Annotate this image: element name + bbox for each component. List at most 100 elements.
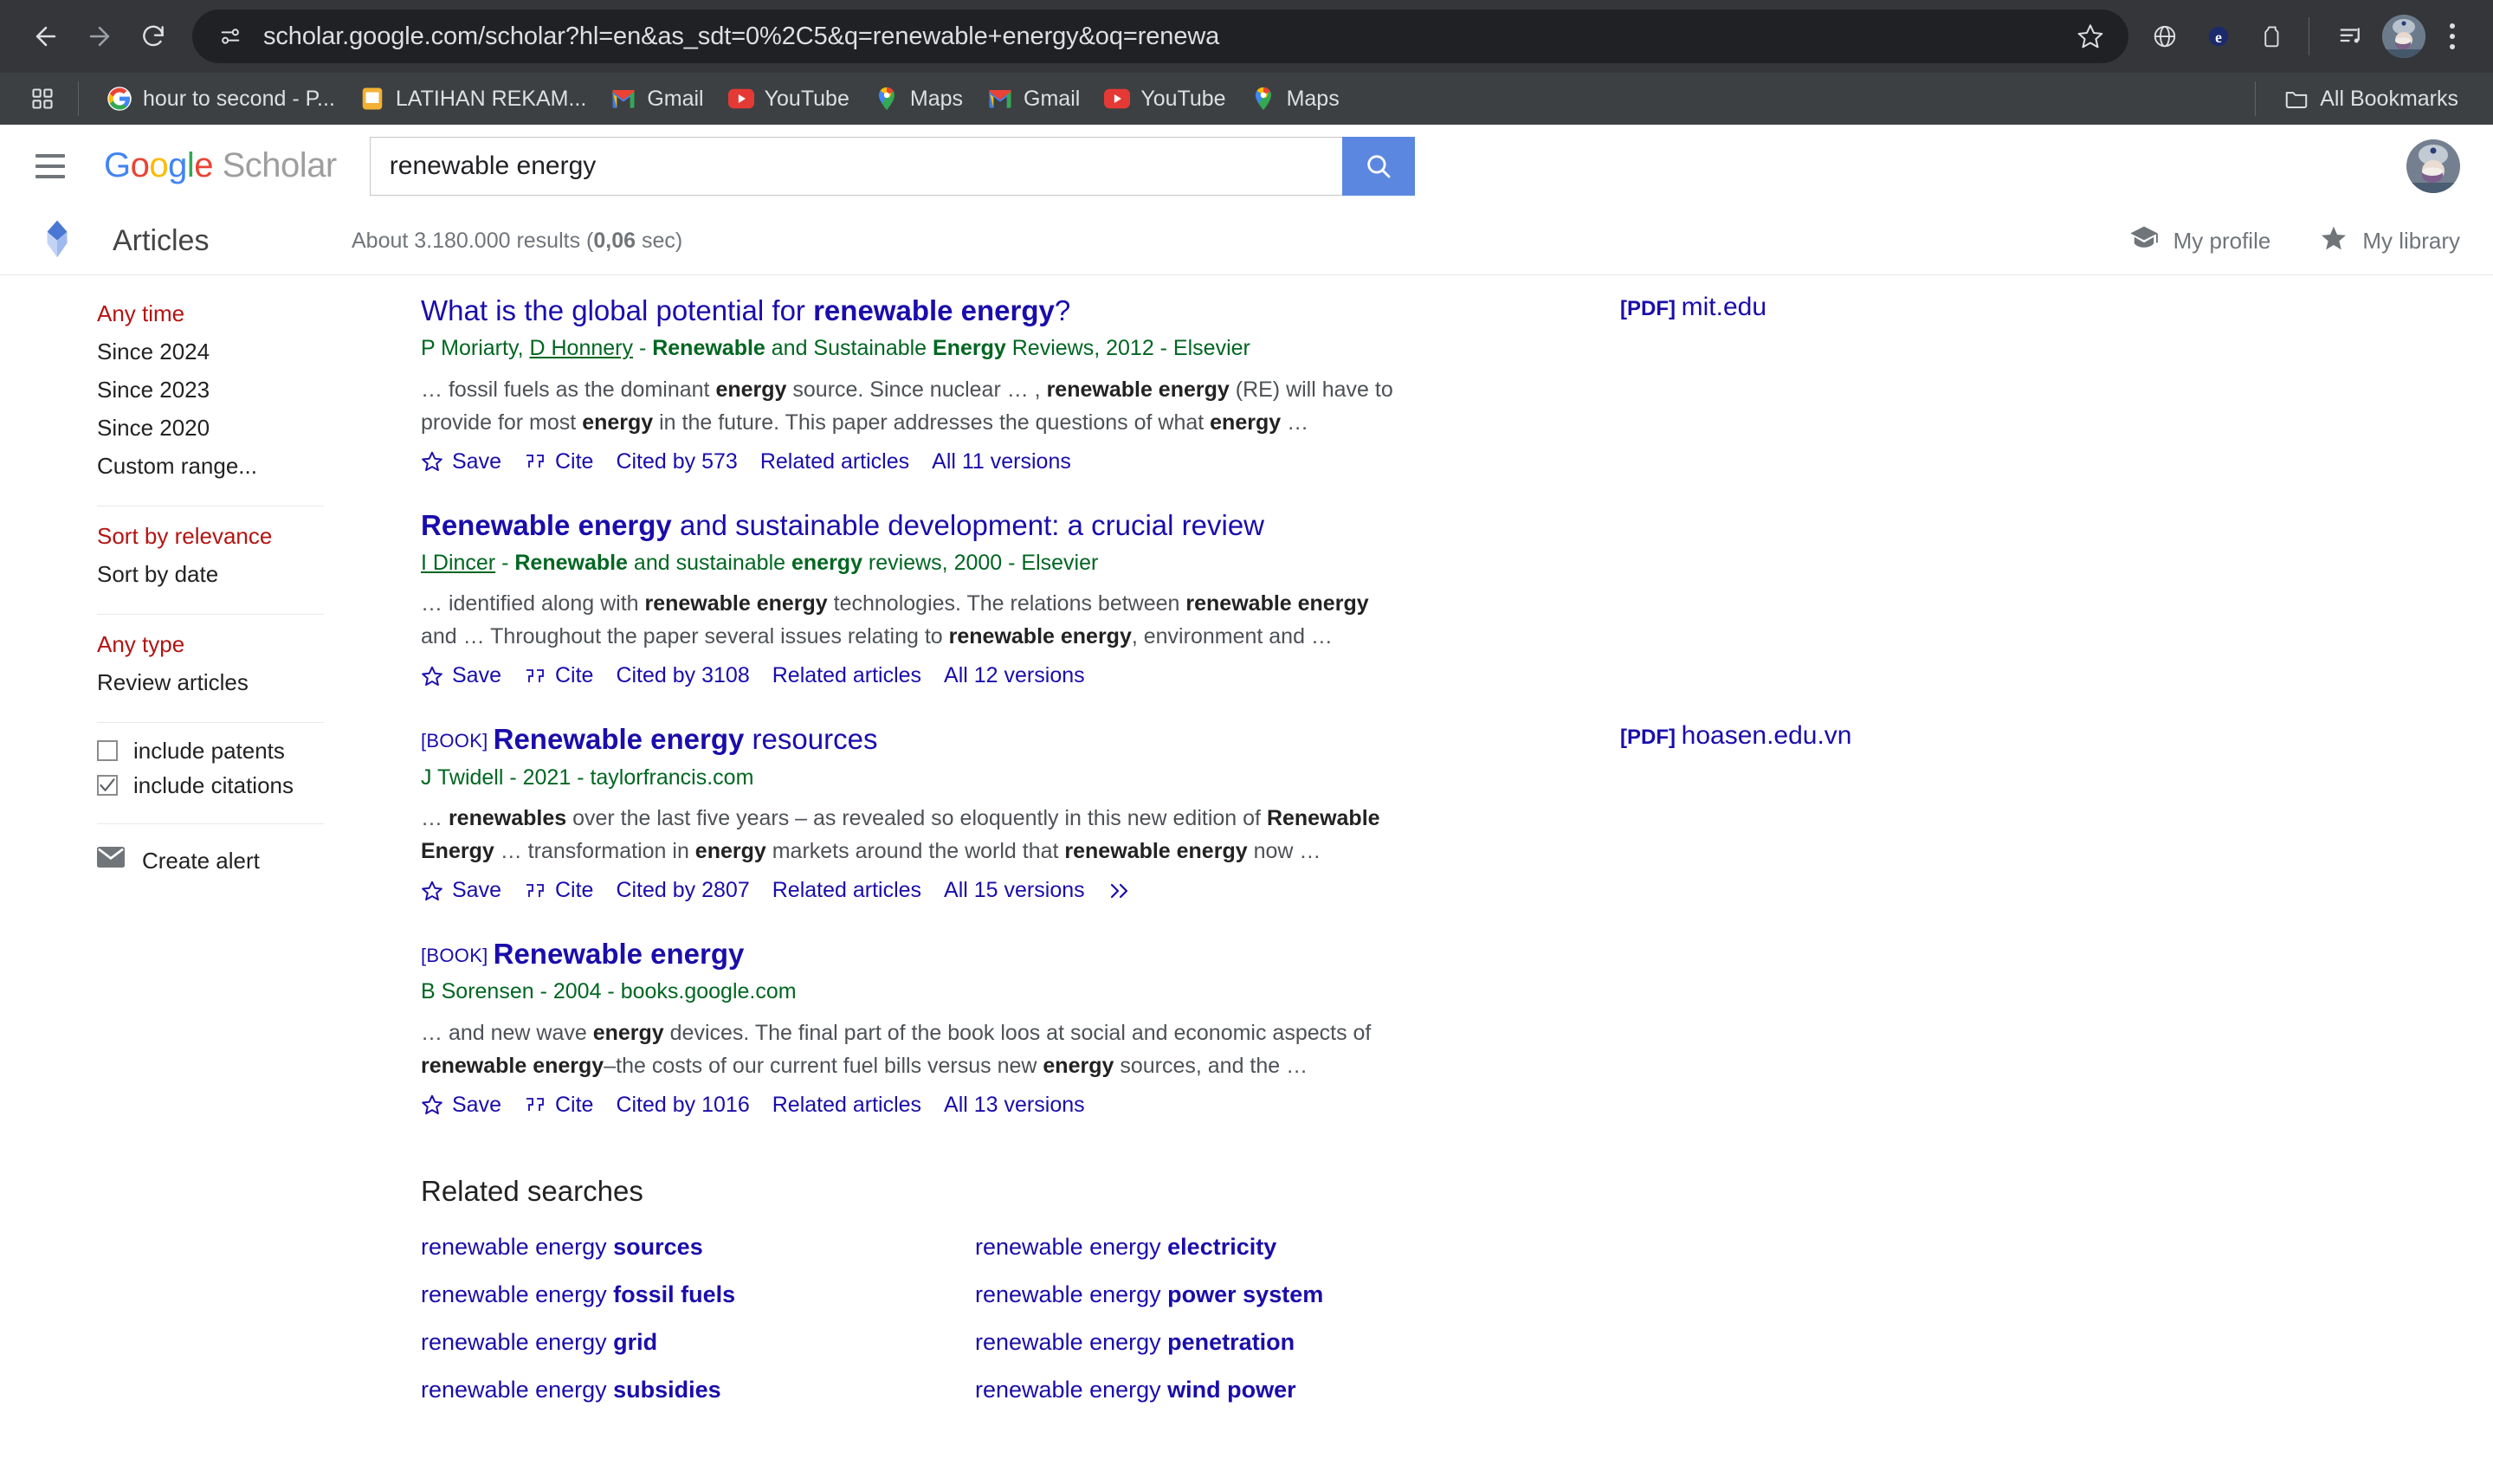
articles-label: Articles bbox=[113, 224, 210, 257]
include-patents-checkbox[interactable] bbox=[97, 740, 118, 761]
bookmark-item[interactable]: Maps bbox=[862, 81, 975, 117]
result-snippet: … and new wave energy devices. The final… bbox=[421, 1020, 1372, 1078]
related-search-link[interactable]: renewable energy grid bbox=[421, 1329, 975, 1356]
chrome-profile-avatar[interactable] bbox=[2382, 15, 2425, 58]
save-button[interactable]: Save bbox=[421, 449, 501, 474]
cited-by-link[interactable]: Cited by 573 bbox=[616, 449, 737, 474]
all-bookmarks-button[interactable]: All Bookmarks bbox=[2271, 81, 2470, 117]
cited-by-link[interactable]: Cited by 3108 bbox=[616, 663, 749, 688]
cite-button[interactable]: Cite bbox=[524, 663, 593, 688]
cited-by-link[interactable]: Cited by 1016 bbox=[616, 1093, 749, 1118]
back-button[interactable] bbox=[19, 10, 73, 63]
all-versions-link[interactable]: All 11 versions bbox=[932, 449, 1071, 474]
pdf-domain: mit.edu bbox=[1681, 293, 1767, 321]
scholar-account-avatar[interactable] bbox=[2406, 139, 2460, 193]
search-input[interactable] bbox=[369, 136, 1342, 196]
related-search-term: subsidies bbox=[613, 1376, 721, 1403]
include-citations-checkbox[interactable] bbox=[97, 775, 118, 796]
all-versions-link[interactable]: All 12 versions bbox=[944, 663, 1085, 688]
result-meta[interactable]: B Sorensen - 2004 - books.google.com bbox=[421, 978, 1396, 1006]
filter-sort-by-date[interactable]: Sort by date bbox=[97, 555, 357, 593]
hamburger-menu-icon[interactable] bbox=[23, 139, 78, 194]
create-alert-button[interactable]: Create alert bbox=[97, 835, 357, 874]
bookmark-item[interactable]: YouTube bbox=[716, 81, 862, 117]
include-options-group: include patents include citations bbox=[97, 733, 357, 816]
result-meta[interactable]: I Dincer - Renewable and sustainable ene… bbox=[421, 549, 1396, 577]
pdf-link[interactable]: [PDF] mit.edu bbox=[1620, 293, 1766, 322]
result-actions: Save Cite Cited by 3108 Related articles… bbox=[421, 663, 1396, 688]
logo-letter: l bbox=[186, 146, 195, 184]
bookmark-star-icon[interactable] bbox=[2068, 14, 2113, 59]
google-scholar-logo[interactable]: Google Scholar bbox=[104, 146, 337, 185]
related-articles-link[interactable]: Related articles bbox=[760, 449, 909, 474]
result-meta[interactable]: P Moriarty, D Honnery - Renewable and Su… bbox=[421, 334, 1396, 363]
result-item: [BOOK] Renewable energy B Sorensen - 2004… bbox=[421, 936, 1396, 1128]
include-citations-row[interactable]: include citations bbox=[97, 768, 357, 803]
related-search-term: wind power bbox=[1167, 1376, 1296, 1403]
related-search-term: fossil fuels bbox=[613, 1281, 736, 1307]
related-search-link[interactable]: renewable energy wind power bbox=[975, 1377, 1529, 1403]
pdf-link[interactable]: [PDF] hoasen.edu.vn bbox=[1620, 721, 1852, 751]
result-title[interactable]: [BOOK] Renewable energy resources bbox=[421, 721, 1396, 758]
more-versions-icon[interactable] bbox=[1108, 881, 1133, 900]
reading-list-icon[interactable] bbox=[2327, 10, 2375, 63]
site-info-icon[interactable] bbox=[211, 17, 249, 55]
my-profile-button[interactable]: My profile bbox=[2128, 225, 2270, 257]
result-title[interactable]: Renewable energy and sustainable develop… bbox=[421, 507, 1396, 544]
result-title[interactable]: What is the global potential for renewab… bbox=[421, 293, 1396, 329]
related-search-link[interactable]: renewable energy penetration bbox=[975, 1329, 1529, 1356]
filter-any-type[interactable]: Any type bbox=[97, 625, 357, 663]
related-articles-link[interactable]: Related articles bbox=[772, 878, 921, 903]
all-versions-link[interactable]: All 13 versions bbox=[944, 1093, 1085, 1118]
result-title[interactable]: [BOOK] Renewable energy bbox=[421, 936, 1396, 972]
filter-since-2023[interactable]: Since 2023 bbox=[97, 371, 357, 409]
related-search-link[interactable]: renewable energy subsidies bbox=[421, 1377, 975, 1403]
all-versions-link[interactable]: All 15 versions bbox=[944, 878, 1085, 903]
filter-custom-range[interactable]: Custom range... bbox=[97, 447, 357, 485]
bookmark-item[interactable]: Gmail bbox=[975, 81, 1092, 117]
bookmark-item[interactable]: Maps bbox=[1238, 81, 1352, 117]
include-patents-row[interactable]: include patents bbox=[97, 733, 357, 768]
results-time: 0,06 bbox=[593, 229, 636, 253]
related-search-link[interactable]: renewable energy electricity bbox=[975, 1234, 1529, 1261]
reload-button[interactable] bbox=[126, 10, 180, 63]
star-icon bbox=[2319, 224, 2348, 258]
bookmark-item[interactable]: hour to second - P... bbox=[94, 81, 347, 117]
search-button[interactable] bbox=[1341, 136, 1415, 196]
filter-since-2020[interactable]: Since 2020 bbox=[97, 409, 357, 447]
save-button[interactable]: Save bbox=[421, 663, 501, 688]
filter-sort-by-relevance[interactable]: Sort by relevance bbox=[97, 517, 357, 555]
filter-any-time[interactable]: Any time bbox=[97, 294, 357, 332]
cite-button[interactable]: Cite bbox=[524, 878, 593, 903]
save-button[interactable]: Save bbox=[421, 1093, 501, 1118]
related-search-link[interactable]: renewable energy sources bbox=[421, 1234, 975, 1261]
cite-button[interactable]: Cite bbox=[524, 1093, 593, 1118]
save-button[interactable]: Save bbox=[421, 878, 501, 903]
result-actions: Save Cite Cited by 1016 Related articles… bbox=[421, 1093, 1396, 1118]
related-articles-link[interactable]: Related articles bbox=[772, 663, 921, 688]
bookmark-item[interactable]: YouTube bbox=[1092, 81, 1237, 117]
forward-button[interactable] bbox=[73, 10, 126, 63]
related-search-link[interactable]: renewable energy power system bbox=[975, 1281, 1529, 1308]
my-library-button[interactable]: My library bbox=[2319, 224, 2460, 258]
extension-puzzle-icon[interactable]: e bbox=[2194, 10, 2243, 63]
result-meta[interactable]: J Twidell - 2021 - taylorfrancis.com bbox=[421, 764, 1396, 792]
bookmarks-right-divider bbox=[2255, 81, 2257, 116]
chrome-menu-button[interactable] bbox=[2431, 10, 2474, 63]
globe-icon[interactable] bbox=[2141, 10, 2189, 63]
bookmark-item[interactable]: Gmail bbox=[598, 81, 715, 117]
address-bar[interactable]: scholar.google.com/scholar?hl=en&as_sdt=… bbox=[192, 10, 2128, 63]
logo-letter: G bbox=[104, 146, 131, 184]
related-search-link[interactable]: renewable energy fossil fuels bbox=[421, 1281, 975, 1308]
filter-review-articles[interactable]: Review articles bbox=[97, 663, 357, 701]
cite-button[interactable]: Cite bbox=[524, 449, 593, 474]
extension-icon[interactable] bbox=[2248, 10, 2296, 63]
filter-since-2024[interactable]: Since 2024 bbox=[97, 332, 357, 371]
time-filter-group: Any time Since 2024 Since 2023 Since 202… bbox=[97, 294, 357, 499]
bookmark-item[interactable]: LATIHAN REKAM... bbox=[347, 81, 598, 117]
cited-by-link[interactable]: Cited by 2807 bbox=[616, 878, 749, 903]
related-articles-link[interactable]: Related articles bbox=[772, 1093, 921, 1118]
include-citations-label: include citations bbox=[133, 772, 294, 798]
apps-grid-icon[interactable] bbox=[23, 79, 62, 119]
related-search-term: penetration bbox=[1167, 1328, 1295, 1355]
